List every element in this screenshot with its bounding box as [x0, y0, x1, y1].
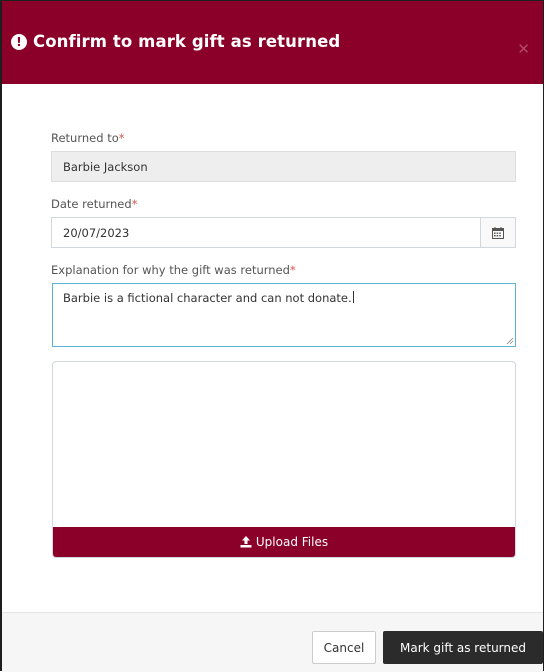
file-drop-area[interactable]: Upload Files — [52, 361, 516, 558]
explanation-textarea[interactable]: Barbie is a fictional character and can … — [52, 283, 516, 347]
close-icon[interactable]: ✕ — [517, 42, 530, 57]
returned-to-label: Returned to* — [51, 131, 125, 145]
modal-header: ! Confirm to mark gift as returned ✕ — [2, 1, 543, 84]
upload-icon — [240, 536, 252, 548]
modal-body: Returned to* Barbie Jackson Date returne… — [2, 84, 543, 612]
confirm-return-modal: ! Confirm to mark gift as returned ✕ Ret… — [0, 0, 544, 672]
modal-footer: Cancel Mark gift as returned — [2, 612, 543, 672]
explanation-label: Explanation for why the gift was returne… — [51, 263, 296, 277]
returned-to-field: Barbie Jackson — [51, 151, 516, 182]
calendar-icon — [492, 226, 504, 239]
modal-title: Confirm to mark gift as returned — [33, 32, 341, 51]
explanation-value: Barbie is a fictional character and can … — [63, 291, 352, 305]
mark-returned-button[interactable]: Mark gift as returned — [383, 631, 543, 664]
returned-to-value: Barbie Jackson — [63, 159, 148, 174]
upload-files-button[interactable]: Upload Files — [53, 527, 515, 557]
date-returned-label: Date returned* — [51, 197, 138, 211]
exclamation-circle-icon: ! — [11, 33, 27, 50]
upload-files-label: Upload Files — [255, 535, 329, 549]
cancel-button[interactable]: Cancel — [312, 631, 376, 664]
date-returned-field[interactable]: 20/07/2023 — [51, 217, 516, 248]
calendar-button[interactable] — [480, 218, 515, 247]
date-returned-value: 20/07/2023 — [63, 225, 130, 240]
resize-grip-icon[interactable] — [506, 337, 514, 345]
